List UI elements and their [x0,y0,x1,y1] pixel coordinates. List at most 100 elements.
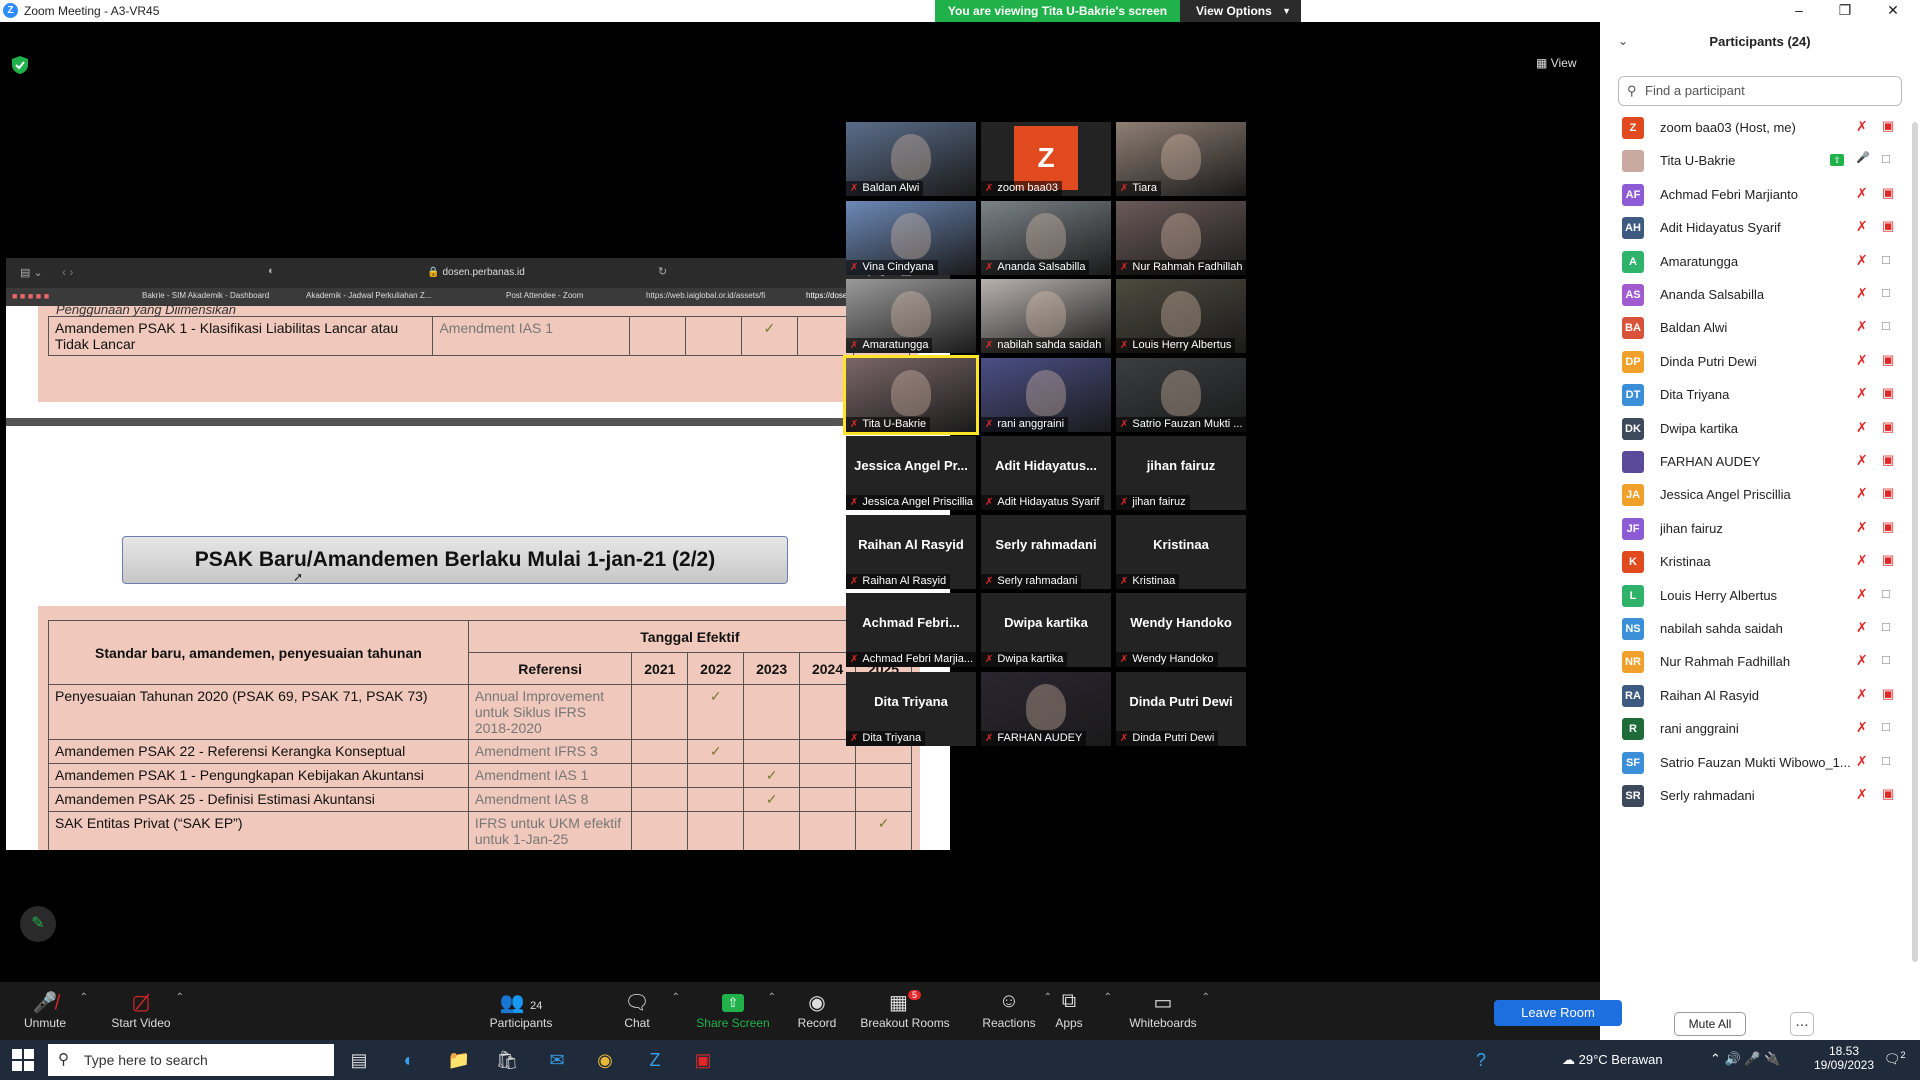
muted-microphone-icon[interactable]: ✗ [1856,719,1868,736]
muted-microphone-icon[interactable]: ✗ [1856,352,1868,369]
video-tile[interactable]: Kristinaa ✗ Kristinaa [1116,514,1246,589]
breakout-rooms-button[interactable]: ▦ 5 Breakout Rooms [850,990,960,1030]
view-options-button[interactable]: View Options ▼ [1180,0,1301,22]
video-icon[interactable]: □ [1882,753,1890,768]
shared-screen[interactable]: ▤ ⌄ ‹ › ◐ 🔒 dosen.perbanas.id ↻ ⇩ ⇧ + ❐ … [6,258,950,850]
video-tile[interactable]: Serly rahmadani ✗ Serly rahmadani [981,514,1111,589]
video-off-icon[interactable]: ▣ [1882,452,1894,468]
microphone-icon[interactable]: 🎤 [1856,151,1870,164]
view-button[interactable]: ▦ View [1536,56,1576,70]
participant-list-scrollbar[interactable] [1912,122,1918,962]
video-off-icon[interactable]: ▣ [1882,218,1894,234]
participant-row[interactable]: NR Nur Rahmah Fadhillah ✗ □ [1600,646,1920,679]
video-tile[interactable]: ✗ Amaratungga [846,279,976,353]
participants-button[interactable]: 👥 24 Participants [476,990,566,1030]
video-tile[interactable]: ✗ Satrio Fauzan Mukti ... [1116,357,1246,432]
video-icon[interactable]: □ [1882,719,1890,734]
video-tile[interactable]: ✗ Tiara [1116,122,1246,196]
file-explorer-icon[interactable]: 📁 [446,1048,472,1072]
chevron-up-icon[interactable]: ⌃ [672,992,680,1003]
participant-row[interactable]: Rrani anggraini ✗ □ [1600,713,1920,746]
muted-microphone-icon[interactable]: ✗ [1856,652,1868,669]
muted-microphone-icon[interactable]: ✗ [1856,519,1868,536]
video-tile[interactable]: ✗ nabilah sahda saidah [981,279,1111,353]
video-tile[interactable]: ✗ Vina Cindyana [846,200,976,275]
participant-row[interactable]: K Kristinaa ✗ ▣ [1600,546,1920,579]
video-off-icon[interactable]: ▣ [1882,118,1894,134]
muted-microphone-icon[interactable]: ✗ [1856,485,1868,502]
video-tile[interactable]: Dwipa kartika ✗ Dwipa kartika [981,593,1111,667]
video-tile[interactable]: Z ✗ zoom baa03 [981,122,1111,196]
video-tile[interactable]: Raihan Al Rasyid ✗ Raihan Al Rasyid [846,514,976,589]
edge-icon[interactable]: ◐ [396,1048,422,1072]
store-icon[interactable]: 🛍 [494,1048,520,1072]
participant-row[interactable]: AS Ananda Salsabilla ✗ □ [1600,279,1920,312]
video-tile[interactable]: Adit Hidayatus... ✗ Adit Hidayatus Syarif [981,436,1111,510]
video-tile[interactable]: Dinda Putri Dewi ✗ Dinda Putri Dewi [1116,671,1246,746]
participant-row[interactable]: Zzoom baa03 (Host, me) ✗ ▣ [1600,112,1920,145]
video-tile[interactable]: ✗ FARHAN AUDEY [981,671,1111,746]
zoom-app-icon[interactable]: Z [642,1048,668,1072]
video-icon[interactable]: □ [1882,252,1890,267]
task-view-icon[interactable]: ▤ [346,1048,372,1072]
video-tile[interactable]: Achmad Febri... ✗ Achmad Febri Marjia... [846,593,976,667]
video-off-icon[interactable]: ▣ [1882,185,1894,201]
windows-start-icon[interactable] [12,1049,34,1071]
participant-row[interactable]: DK Dwipa kartika ✗ ▣ [1600,413,1920,446]
chevron-up-icon[interactable]: ⌃ [176,992,184,1003]
mute-all-button[interactable]: Mute All [1674,1012,1746,1036]
muted-microphone-icon[interactable]: ✗ [1856,118,1868,135]
mail-icon[interactable]: ✉ [544,1048,570,1072]
share-screen-button[interactable]: ⇧ Share Screen ⌃ [688,990,778,1030]
video-off-icon[interactable]: ▣ [1882,686,1894,702]
minimize-icon[interactable]: – [1776,0,1822,22]
annotate-pen-icon[interactable]: ✎ [20,906,56,942]
video-tile[interactable]: jihan fairuz ✗ jihan fairuz [1116,436,1246,510]
video-tile[interactable]: Jessica Angel Pr... ✗ Jessica Angel Prisci… [846,436,976,510]
participant-row[interactable]: SR Serly rahmadani ✗ ▣ [1600,780,1920,813]
leave-room-button[interactable]: Leave Room [1494,1000,1622,1026]
encryption-shield-icon[interactable] [12,56,28,74]
muted-microphone-icon[interactable]: ✗ [1856,452,1868,469]
participant-row[interactable]: DP Dinda Putri Dewi ✗ ▣ [1600,346,1920,379]
help-icon[interactable]: ? [1468,1048,1494,1072]
video-off-icon[interactable]: ▣ [1882,519,1894,535]
video-icon[interactable]: □ [1882,151,1890,166]
participant-row[interactable]: SF Satrio Fauzan Mukti Wibowo_1... ✗ □ [1600,747,1920,780]
taskbar-search-input[interactable]: ⚲ Type here to search [48,1044,334,1076]
start-video-button[interactable]: ▢̸ Start Video ⌃ [96,990,186,1030]
system-tray-icons[interactable]: ⌃ 🔊 🎤 🔌 [1710,1051,1780,1067]
muted-microphone-icon[interactable]: ✗ [1856,285,1868,302]
muted-microphone-icon[interactable]: ✗ [1856,552,1868,569]
close-icon[interactable]: ✕ [1870,0,1916,22]
chevron-up-icon[interactable]: ⌃ [80,992,88,1003]
chevron-up-icon[interactable]: ⌃ [1202,992,1210,1003]
whiteboards-button[interactable]: ▭ Whiteboards ⌃ [1114,990,1212,1030]
muted-microphone-icon[interactable]: ✗ [1856,419,1868,436]
video-off-icon[interactable]: ▣ [1882,419,1894,435]
muted-microphone-icon[interactable]: ✗ [1856,385,1868,402]
muted-microphone-icon[interactable]: ✗ [1856,218,1868,235]
clock[interactable]: 18.53 19/09/2023 [1812,1044,1876,1072]
participant-row[interactable]: Tita U-Bakrie ⇧ 🎤 □ [1600,145,1920,178]
participant-row[interactable]: JA Jessica Angel Priscillia ✗ ▣ [1600,479,1920,512]
video-icon[interactable]: □ [1882,586,1890,601]
apps-button[interactable]: ⧉ Apps ⌃ [1024,990,1114,1030]
participant-row[interactable]: AH Adit Hidayatus Syarif ✗ ▣ [1600,212,1920,245]
muted-microphone-icon[interactable]: ✗ [1856,686,1868,703]
video-off-icon[interactable]: ▣ [1882,552,1894,568]
chevron-up-icon[interactable]: ⌃ [1104,992,1112,1003]
weather-widget[interactable]: ☁ 29°C Berawan [1562,1052,1663,1068]
muted-microphone-icon[interactable]: ✗ [1856,318,1868,335]
participant-row[interactable]: RA Raihan Al Rasyid ✗ ▣ [1600,680,1920,713]
muted-microphone-icon[interactable]: ✗ [1856,619,1868,636]
record-button[interactable]: ◉ Record [772,990,862,1030]
muted-microphone-icon[interactable]: ✗ [1856,185,1868,202]
muted-microphone-icon[interactable]: ✗ [1856,252,1868,269]
participant-row[interactable]: NS nabilah sahda saidah ✗ □ [1600,613,1920,646]
unmute-button[interactable]: 🎤̸ Unmute ⌃ [0,990,90,1030]
participant-row[interactable]: FARHAN AUDEY ✗ ▣ [1600,446,1920,479]
video-tile[interactable]: ✗ Louis Herry Albertus [1116,279,1246,353]
participant-row[interactable]: JF jihan fairuz ✗ ▣ [1600,513,1920,546]
participant-row[interactable]: DT Dita Triyana ✗ ▣ [1600,379,1920,412]
